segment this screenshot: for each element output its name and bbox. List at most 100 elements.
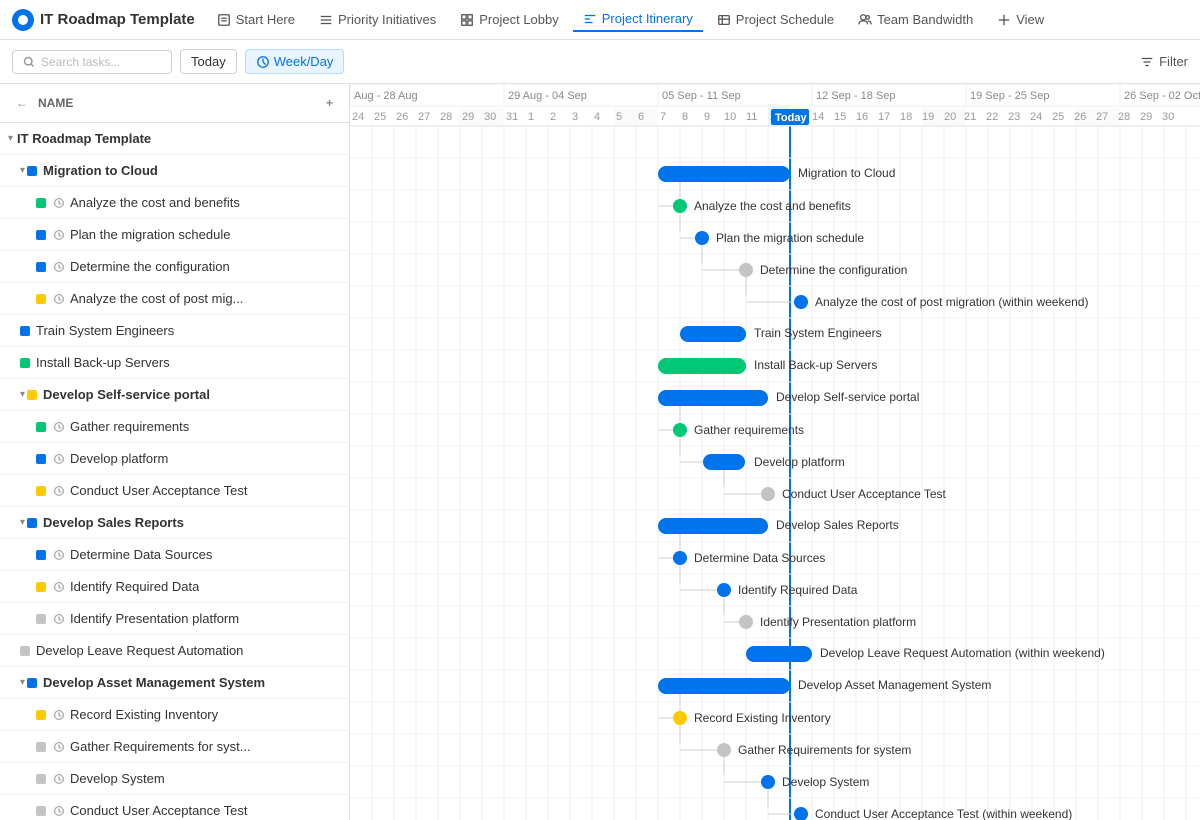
svg-text:Analyze the cost and benefits: Analyze the cost and benefits <box>694 199 851 213</box>
task-row[interactable]: Develop Leave Request Automation <box>0 635 349 667</box>
svg-text:26: 26 <box>1074 111 1086 123</box>
svg-text:Install Back-up Servers: Install Back-up Servers <box>754 358 877 372</box>
svg-text:26: 26 <box>396 111 408 123</box>
task-row[interactable]: ▾ Develop Sales Reports <box>0 507 349 539</box>
nav-start-here[interactable]: Start Here <box>207 8 305 31</box>
svg-text:Gather Requirements for system: Gather Requirements for system <box>738 743 911 757</box>
svg-text:30: 30 <box>1162 111 1174 123</box>
svg-text:30: 30 <box>484 111 496 123</box>
search-placeholder: Search tasks... <box>41 55 120 69</box>
today-button[interactable]: Today <box>180 49 237 74</box>
svg-text:Record Existing Inventory: Record Existing Inventory <box>694 711 831 725</box>
task-row[interactable]: Gather requirements <box>0 411 349 443</box>
svg-text:2: 2 <box>550 111 556 123</box>
nav-view-label: View <box>1016 12 1044 27</box>
svg-text:27: 27 <box>1096 111 1108 123</box>
nav-itinerary-label: Project Itinerary <box>602 11 693 26</box>
svg-text:Identify Required Data: Identify Required Data <box>738 583 858 597</box>
svg-text:24: 24 <box>352 111 364 123</box>
svg-text:24: 24 <box>1030 111 1042 123</box>
svg-text:31: 31 <box>506 111 518 123</box>
svg-text:Gather requirements: Gather requirements <box>694 423 804 437</box>
svg-text:10: 10 <box>724 111 736 123</box>
svg-text:Develop Self-service portal: Develop Self-service portal <box>776 390 919 404</box>
task-row[interactable]: Record Existing Inventory <box>0 699 349 731</box>
svg-text:4: 4 <box>594 111 600 123</box>
svg-text:25: 25 <box>1052 111 1064 123</box>
svg-text:3: 3 <box>572 111 578 123</box>
add-task-button[interactable]: + <box>322 92 337 114</box>
task-row[interactable]: Determine Data Sources <box>0 539 349 571</box>
filter-label: Filter <box>1159 54 1188 69</box>
gantt-area: Aug - 28 Aug 29 Aug - 04 Sep 05 Sep - 11… <box>350 84 1200 820</box>
task-row[interactable]: Gather Requirements for syst... <box>0 731 349 763</box>
nav-lobby-label: Project Lobby <box>479 12 559 27</box>
gantt-chart: Aug - 28 Aug 29 Aug - 04 Sep 05 Sep - 11… <box>350 84 1200 820</box>
task-row[interactable]: Identify Presentation platform <box>0 603 349 635</box>
svg-text:7: 7 <box>660 111 666 123</box>
app-title: IT Roadmap Template <box>40 11 195 28</box>
nav-project-itinerary[interactable]: Project Itinerary <box>573 7 703 32</box>
svg-text:1: 1 <box>528 111 534 123</box>
svg-text:Determine the configuration: Determine the configuration <box>760 263 907 277</box>
task-row[interactable]: Analyze the cost and benefits <box>0 187 349 219</box>
nav-schedule-label: Project Schedule <box>736 12 834 27</box>
svg-text:Today: Today <box>775 112 807 124</box>
task-row[interactable]: Analyze the cost of post mig... <box>0 283 349 315</box>
svg-text:29: 29 <box>1140 111 1152 123</box>
task-row[interactable]: Develop System <box>0 763 349 795</box>
nav-view[interactable]: View <box>987 8 1054 31</box>
svg-text:Develop platform: Develop platform <box>754 455 845 469</box>
task-row[interactable]: Determine the configuration <box>0 251 349 283</box>
svg-text:29: 29 <box>462 111 474 123</box>
svg-text:Develop Leave Request Automati: Develop Leave Request Automation (within… <box>820 646 1105 660</box>
svg-text:Aug - 28 Aug: Aug - 28 Aug <box>354 90 418 102</box>
task-row[interactable]: Develop platform <box>0 443 349 475</box>
svg-text:14: 14 <box>812 111 824 123</box>
task-row[interactable]: Install Back-up Servers <box>0 347 349 379</box>
week-button[interactable]: Week/Day <box>245 49 345 74</box>
svg-text:8: 8 <box>682 111 688 123</box>
task-row[interactable]: ▾ Migration to Cloud <box>0 155 349 187</box>
svg-text:27: 27 <box>418 111 430 123</box>
svg-text:15: 15 <box>834 111 846 123</box>
svg-text:29 Aug - 04 Sep: 29 Aug - 04 Sep <box>508 90 587 102</box>
svg-text:25: 25 <box>374 111 386 123</box>
svg-text:Train System Engineers: Train System Engineers <box>754 326 882 340</box>
left-header: ← NAME + <box>0 84 349 123</box>
task-row[interactable]: ▾ Develop Asset Management System <box>0 667 349 699</box>
task-row[interactable]: Conduct User Acceptance Test <box>0 475 349 507</box>
svg-text:9: 9 <box>704 111 710 123</box>
svg-text:26 Sep - 02 Oct: 26 Sep - 02 Oct <box>1124 90 1200 102</box>
svg-text:05 Sep - 11 Sep: 05 Sep - 11 Sep <box>662 90 741 102</box>
task-row[interactable]: Plan the migration schedule <box>0 219 349 251</box>
svg-text:11: 11 <box>746 111 757 123</box>
svg-text:Determine Data Sources: Determine Data Sources <box>694 551 825 565</box>
nav-project-lobby[interactable]: Project Lobby <box>450 8 569 31</box>
task-row[interactable]: ▾ Develop Self-service portal <box>0 379 349 411</box>
task-row[interactable]: Conduct User Acceptance Test <box>0 795 349 820</box>
back-arrow[interactable]: ← <box>12 92 32 114</box>
svg-text:Plan the migration schedule: Plan the migration schedule <box>716 231 864 245</box>
svg-text:Migration to Cloud: Migration to Cloud <box>798 166 895 180</box>
nav-team-bandwidth[interactable]: Team Bandwidth <box>848 8 983 31</box>
nav-priority-initiatives[interactable]: Priority Initiatives <box>309 8 446 31</box>
svg-text:17: 17 <box>878 111 890 123</box>
svg-text:6: 6 <box>638 111 644 123</box>
nav-project-schedule[interactable]: Project Schedule <box>707 8 844 31</box>
filter-button[interactable]: Filter <box>1140 54 1188 69</box>
svg-text:21: 21 <box>964 111 976 123</box>
task-row[interactable]: Identify Required Data <box>0 571 349 603</box>
search-box[interactable]: Search tasks... <box>12 50 172 74</box>
svg-text:18: 18 <box>900 111 912 123</box>
svg-text:12 Sep - 18 Sep: 12 Sep - 18 Sep <box>816 90 896 102</box>
svg-text:Identify Presentation platform: Identify Presentation platform <box>760 615 916 629</box>
nav-priority-label: Priority Initiatives <box>338 12 436 27</box>
svg-text:22: 22 <box>986 111 998 123</box>
task-row[interactable]: Train System Engineers <box>0 315 349 347</box>
svg-text:Develop Sales Reports: Develop Sales Reports <box>776 518 899 532</box>
svg-text:28: 28 <box>1118 111 1130 123</box>
task-row[interactable]: ▾ IT Roadmap Template <box>0 123 349 155</box>
svg-text:19 Sep - 25 Sep: 19 Sep - 25 Sep <box>970 90 1050 102</box>
left-panel: ← NAME + ▾ IT Roadmap Template ▾ Migrati… <box>0 84 350 820</box>
